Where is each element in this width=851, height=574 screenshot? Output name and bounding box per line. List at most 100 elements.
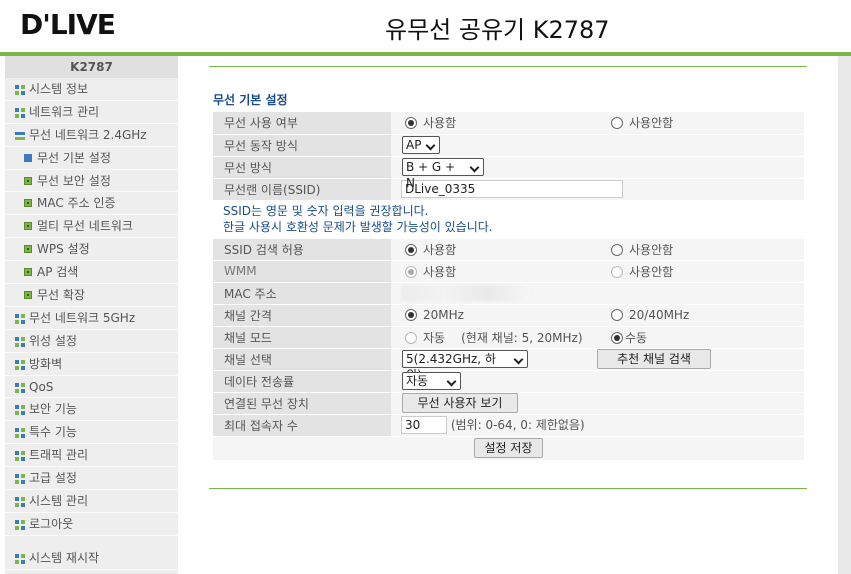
dot-icon — [24, 222, 32, 231]
sidebar-item-10[interactable]: 무선 네트워크 5GHz — [5, 307, 178, 330]
row-connected: 연결된 무선 장치 무선 사용자 보기 — [213, 392, 804, 415]
content-top-divider — [209, 66, 807, 67]
current-channel: (현재 채널: 5, 20MHz) — [461, 330, 583, 345]
row-channel-mode: 채널 모드 자동 (현재 채널: 5, 20MHz) 수동 — [213, 326, 804, 349]
sidebar-item-17[interactable]: 고급 설정 — [5, 467, 178, 491]
max-clients-hint: (범위: 0-64, 0: 제한없음) — [450, 417, 585, 432]
label-mode: 무선 동작 방식 — [213, 134, 391, 157]
sidebar-item-2[interactable]: 무선 네트워크 2.4GHz — [5, 124, 178, 147]
dot-icon — [24, 268, 32, 277]
sidebar-item-6[interactable]: 멀티 무선 네트워크 — [5, 215, 178, 239]
arrow-icon — [24, 153, 32, 162]
ssid-input[interactable]: DLive_0335 — [401, 180, 623, 198]
sidebar-item-15[interactable]: 특수 기능 — [5, 421, 178, 445]
radio-wireless-off[interactable]: 사용안함 — [597, 112, 804, 135]
grid-icon — [15, 405, 25, 416]
radio-broadcast-on[interactable]: 사용함 — [391, 238, 597, 261]
sidebar-item-label: 방화벽 — [29, 356, 63, 371]
radio-selected-icon[interactable] — [405, 117, 417, 130]
view-wireless-users-button[interactable]: 무선 사용자 보기 — [402, 393, 518, 413]
sidebar-item-label: 로그아웃 — [29, 516, 74, 531]
radio-empty-icon[interactable] — [611, 243, 623, 256]
sidebar-item-label: 시스템 관리 — [29, 494, 89, 509]
dot-icon — [24, 245, 32, 254]
sidebar-item-9[interactable]: 무선 확장 — [5, 284, 178, 307]
sidebar-item-restart[interactable]: 시스템 재시작 — [5, 547, 178, 570]
sidebar-item-label: 무선 네트워크 2.4GHz — [29, 127, 147, 142]
grid-icon — [15, 497, 25, 508]
label-wireless-use: 무선 사용 여부 — [213, 112, 391, 135]
radio-wireless-on[interactable]: 사용함 — [391, 112, 597, 135]
sidebar-item-1[interactable]: 네트워크 관리 — [5, 101, 178, 124]
mode-select[interactable]: AP — [402, 136, 441, 154]
label-max-clients: 최대 접속자 수 — [213, 414, 391, 437]
radio-selected-icon[interactable] — [405, 243, 417, 256]
grid-icon — [15, 313, 25, 324]
row-wmm: WMM 사용함 사용안함 — [213, 260, 804, 283]
sidebar-item-11[interactable]: 위성 설정 — [5, 330, 178, 353]
radio-label: 사용함 — [423, 116, 457, 131]
radio-disabled-selected-icon — [405, 265, 417, 278]
label-mac: MAC 주소 — [213, 282, 391, 305]
sidebar-item-label: 시스템 정보 — [29, 82, 89, 96]
sidebar-item-label: 네트워크 관리 — [29, 104, 100, 119]
row-mac: MAC 주소 — [213, 282, 804, 305]
grid-icon — [15, 85, 25, 95]
radio-auto: 자동 (현재 채널: 5, 20MHz) — [391, 326, 597, 349]
sidebar: K2787 시스템 정보 네트워크 관리 무선 네트워크 2.4GHz 무선 기본 설… — [5, 56, 178, 574]
sidebar-item-18[interactable]: 시스템 관리 — [5, 490, 178, 513]
sidebar-item-4[interactable]: 무선 보안 설정 — [5, 170, 178, 193]
row-rate: 데이타 전송률 자동 — [213, 370, 804, 393]
radio-broadcast-off[interactable]: 사용안함 — [597, 238, 804, 261]
radio-empty-icon[interactable] — [611, 117, 623, 130]
grid-icon — [15, 359, 25, 370]
radio-label: 사용함 — [423, 242, 457, 257]
rate-select[interactable]: 자동 — [402, 372, 461, 390]
grid-icon — [15, 519, 25, 530]
sidebar-item-label: 보안 기능 — [29, 402, 77, 417]
sidebar-item-19[interactable]: 로그아웃 — [5, 513, 178, 536]
sidebar-item-3[interactable]: 무선 기본 설정 — [5, 147, 178, 170]
sidebar-item-12[interactable]: 방화벽 — [5, 353, 178, 376]
radio-selected-icon[interactable] — [611, 331, 623, 344]
sidebar-item-label: 무선 보안 설정 — [37, 173, 111, 188]
radio-manual[interactable]: 수동 — [597, 326, 804, 349]
radio-20mhz[interactable]: 20MHz — [391, 304, 597, 327]
sidebar-item-label: 무선 네트워크 5GHz — [29, 310, 136, 325]
dlive-logo[interactable]: D'LIVE — [20, 8, 116, 41]
grid-icon — [15, 428, 25, 439]
sidebar-item-0[interactable]: 시스템 정보 — [5, 78, 178, 101]
sidebar-item-label: 무선 확장 — [37, 288, 85, 303]
content-bottom-divider — [209, 488, 807, 489]
row-ssid-broadcast: SSID 검색 허용 사용함 사용안함 — [213, 238, 804, 261]
label-method: 무선 방식 — [213, 156, 391, 179]
label-ssid: 무선랜 이름(SSID) — [213, 178, 391, 201]
sidebar-item-14[interactable]: 보안 기능 — [5, 398, 178, 422]
row-wireless-use: 무선 사용 여부 사용함 사용안함 — [213, 112, 804, 135]
channel-select[interactable]: 5(2.432GHz, 하위) — [402, 350, 528, 382]
sidebar-item-label: 고급 설정 — [29, 471, 77, 486]
ssid-note-1: SSID는 영문 및 숫자 입력을 권장합니다. — [213, 200, 804, 220]
save-settings-button[interactable]: 설정 저장 — [473, 438, 544, 458]
radio-empty-icon[interactable] — [611, 309, 623, 321]
sidebar-item-label: 무선 기본 설정 — [37, 150, 111, 165]
method-select[interactable]: B + G + N — [402, 158, 484, 190]
label-channel-mode: 채널 모드 — [213, 326, 391, 349]
sidebar-item-16[interactable]: 트래픽 관리 — [5, 444, 178, 468]
radio-selected-icon[interactable] — [405, 309, 417, 321]
section-title: 무선 기본 설정 — [213, 93, 288, 107]
radio-label: 20/40MHz — [629, 308, 690, 322]
radio-20-40mhz[interactable]: 20/40MHz — [597, 304, 804, 327]
sidebar-item-8[interactable]: AP 검색 — [5, 261, 178, 285]
grid-icon — [15, 451, 25, 462]
header: D'LIVE 유무선 공유기 K2787 — [0, 0, 851, 52]
radio-wmm-on: 사용함 — [391, 260, 597, 283]
wireless-basic-form: 무선 사용 여부 사용함 사용안함 무선 동작 방식 AP 무선 방식 B + … — [213, 112, 804, 461]
max-clients-input[interactable]: 30 — [401, 416, 447, 435]
recommend-channel-button[interactable]: 추천 채널 검색 — [597, 349, 711, 369]
sidebar-item-5[interactable]: MAC 주소 인증 — [5, 192, 178, 216]
sidebar-item-7[interactable]: WPS 설정 — [5, 238, 178, 262]
row-save: 설정 저장 — [213, 436, 804, 461]
radio-disabled-icon — [405, 331, 417, 344]
sidebar-item-13[interactable]: QoS — [5, 376, 178, 399]
